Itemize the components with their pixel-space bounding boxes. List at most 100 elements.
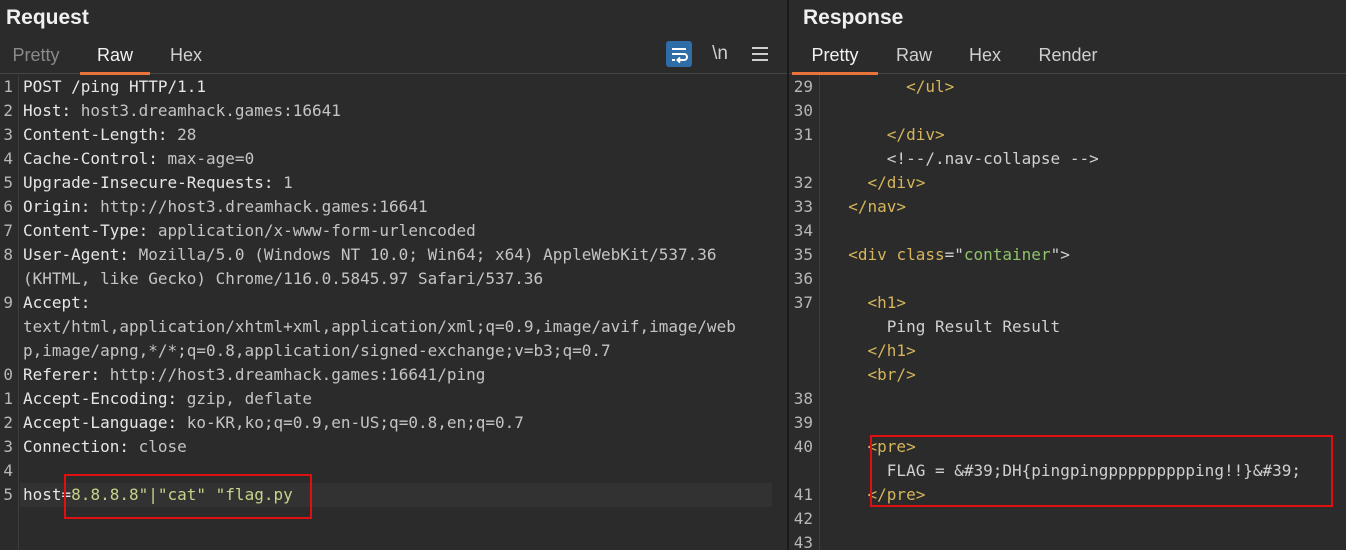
code-line[interactable]: 0 Referer: http://host3.dreamhack.games:1… [0,363,787,387]
request-tab-pretty[interactable]: Pretty [10,45,62,72]
code-line[interactable]: 29 </ul> [789,75,1346,99]
code-token: <div [848,245,897,264]
line-number: 38 [793,389,813,408]
code-token: : [90,365,110,384]
code-token: Origin [23,197,81,216]
code-token: Referer [23,365,91,384]
request-tabbar: Pretty Raw Hex \n [0,40,787,75]
line-code: <br/> [829,363,916,387]
code-token: : [167,389,187,408]
response-tab-pretty[interactable]: Pretty [792,45,878,75]
code-line[interactable]: 31 </div> [789,123,1346,147]
newline-toggle-button[interactable]: \n [706,40,734,68]
code-token: <br/> [867,365,916,384]
code-line[interactable]: text/html,application/xhtml+xml,applicat… [0,315,787,339]
code-line[interactable]: <br/> [789,363,1346,387]
code-token: : [263,173,284,192]
request-tab-raw[interactable]: Raw [80,45,150,75]
code-line[interactable]: (KHTML, like Gecko) Chrome/116.0.5845.97… [0,267,787,291]
code-line[interactable]: 37 <h1> [789,291,1346,315]
code-line[interactable]: 35 <div class="container"> [789,243,1346,267]
code-token: p,image/apng,*/*;q=0.8,application/signe… [23,341,611,360]
code-token: http://host3.dreamhack.games:16641/ping [109,365,486,384]
code-line[interactable]: </h1> [789,339,1346,363]
response-pane: Response Pretty Raw Hex Render 29 </ul> 3… [789,0,1346,550]
code-line[interactable]: 39 [789,411,1346,435]
code-line[interactable]: 3 Content-Length: 28 [0,123,787,147]
code-token: : [167,413,187,432]
line-code: Connection: close [23,435,187,459]
code-token: </ul> [906,77,955,96]
line-code: Origin: http://host3.dreamhack.games:166… [23,195,428,219]
code-line[interactable]: 3 Connection: close [0,435,787,459]
code-line[interactable]: 32 </div> [789,171,1346,195]
code-line[interactable]: 7 Content-Type: application/x-www-form-ur… [0,219,787,243]
line-number: 30 [793,101,813,120]
code-token: Accept-Language [23,413,168,432]
response-tab-raw[interactable]: Raw [895,45,933,72]
code-line[interactable]: 9 Accept: [0,291,787,315]
code-line[interactable]: 36 [789,267,1346,291]
code-token: (KHTML, like Gecko) Chrome/116.0.5845.97… [23,269,544,288]
hamburger-menu-icon[interactable] [746,40,774,68]
code-line[interactable]: <!--/.nav-collapse --> [789,147,1346,171]
line-code: Accept-Encoding: gzip, deflate [23,387,312,411]
response-tab-render[interactable]: Render [1036,45,1100,72]
code-line[interactable]: 1 POST /ping HTTP/1.1 [0,75,787,99]
line-code: p,image/apng,*/*;q=0.8,application/signe… [23,339,611,363]
line-code: <div class="container"> [829,243,1070,267]
code-token: Mozilla/5.0 (Windows NT 10.0; Win64; x64… [138,245,717,264]
code-line[interactable]: 42 [789,507,1346,531]
wrap-lines-icon[interactable] [666,41,692,67]
code-token: http://host3.dreamhack.games:16641 [100,197,428,216]
code-line[interactable]: 2 Accept-Language: ko-KR,ko;q=0.9,en-US;q… [0,411,787,435]
code-line[interactable]: p,image/apng,*/*;q=0.8,application/signe… [0,339,787,363]
code-token: Ping Result Result [829,317,1061,336]
line-code: Accept-Language: ko-KR,ko;q=0.9,en-US;q=… [23,411,524,435]
line-number: 1 [3,389,13,408]
code-token: Content-Length [23,125,158,144]
line-code: Content-Length: 28 [23,123,196,147]
response-tab-hex[interactable]: Hex [967,45,1003,72]
line-number: 41 [793,485,813,504]
code-line[interactable]: 30 [789,99,1346,123]
code-line[interactable]: 34 [789,219,1346,243]
line-code: Cache-Control: max-age=0 [23,147,254,171]
line-number: 42 [793,509,813,528]
code-line[interactable]: Ping Result Result [789,315,1346,339]
line-number: 37 [793,293,813,312]
code-token: 28 [177,125,197,144]
code-line[interactable]: 38 [789,387,1346,411]
code-line[interactable]: 33 </nav> [789,195,1346,219]
code-token: gzip, deflate [186,389,312,408]
code-line[interactable]: 6 Origin: http://host3.dreamhack.games:16… [0,195,787,219]
request-title: Request [6,6,89,29]
code-line[interactable]: 43 [789,531,1346,550]
code-line[interactable]: 5 Upgrade-Insecure-Requests: 1 [0,171,787,195]
line-code: Referer: http://host3.dreamhack.games:16… [23,363,485,387]
code-token: class [896,245,945,264]
request-tab-hex[interactable]: Hex [168,45,204,72]
line-number: 39 [793,413,813,432]
code-token: : [80,197,101,216]
code-line[interactable]: 2 Host: host3.dreamhack.games:16641 [0,99,787,123]
code-token: : [119,437,139,456]
code-line[interactable]: 1 Accept-Encoding: gzip, deflate [0,387,787,411]
code-token: : [148,149,168,168]
line-number: 35 [793,245,813,264]
line-number: 31 [793,125,813,144]
code-token: Cache-Control [23,149,149,168]
line-number: 32 [793,173,813,192]
code-line[interactable]: 4 Cache-Control: max-age=0 [0,147,787,171]
line-code: <h1> [829,291,907,315]
request-pane: Request Pretty Raw Hex \n 1 POST /ping HT… [0,0,787,550]
code-token: POST /ping HTTP/1.1 [23,77,207,96]
code-token: container [963,245,1051,264]
code-line[interactable]: 8 User-Agent: Mozilla/5.0 (Windows NT 10.… [0,243,787,267]
code-token: close [138,437,187,456]
line-number: 43 [793,533,813,550]
code-token: <!--/.nav-collapse --> [886,149,1099,168]
